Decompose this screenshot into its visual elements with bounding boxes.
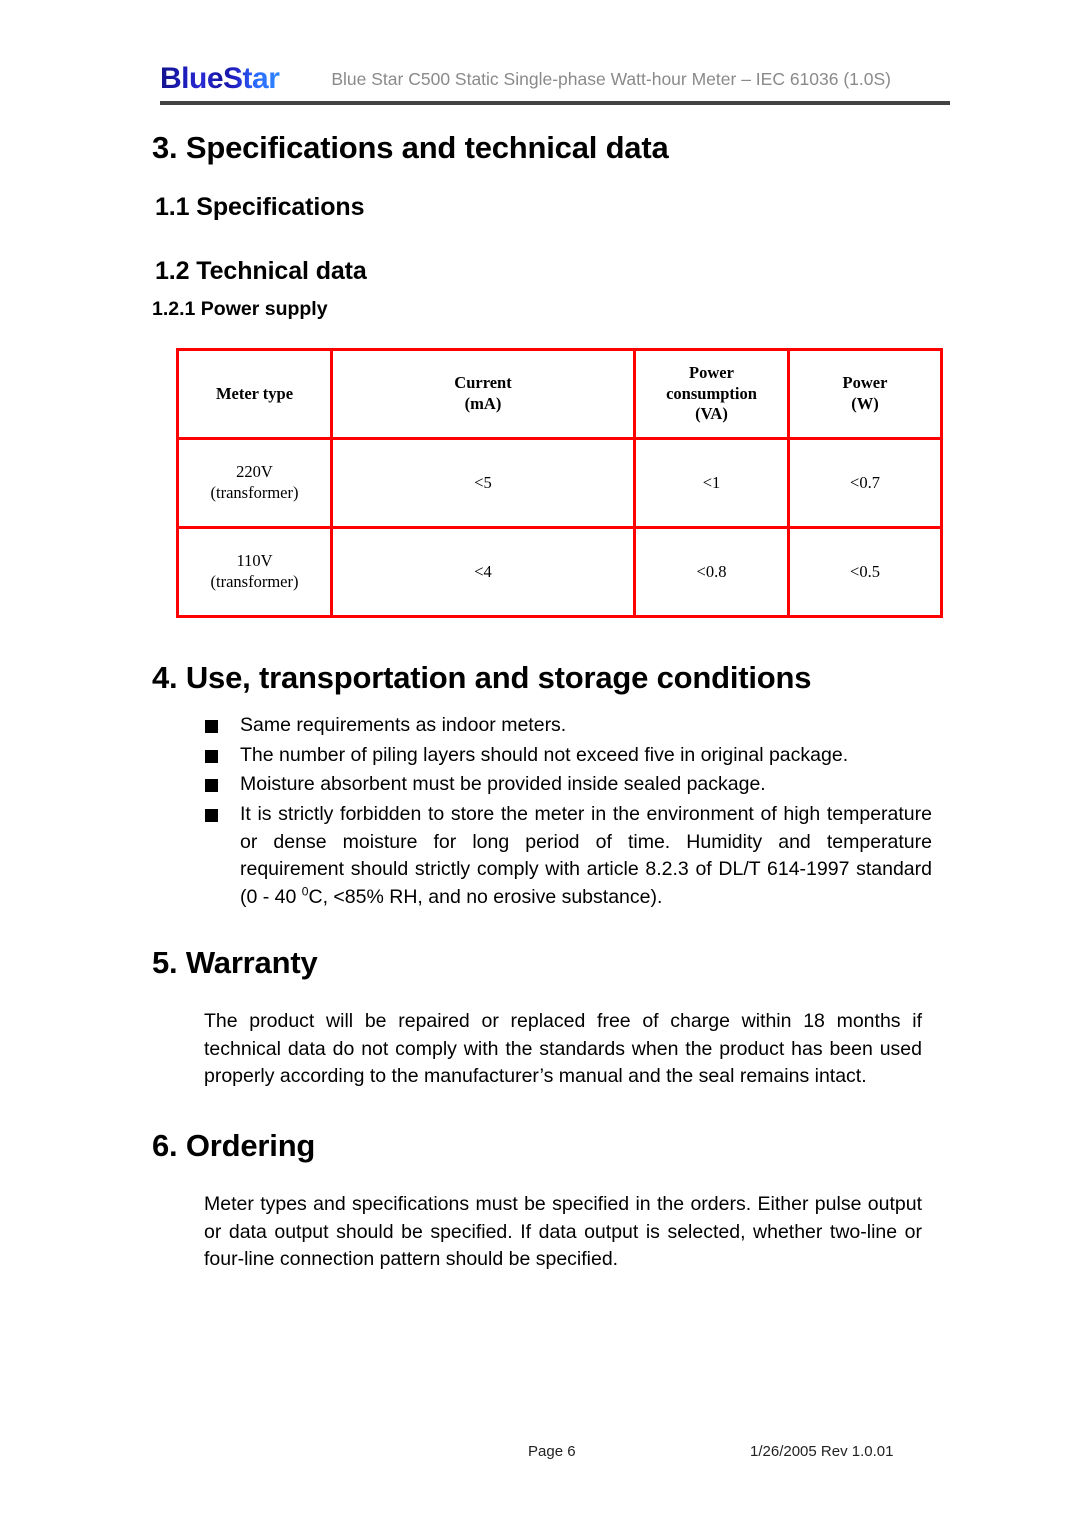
bluestar-logo: BlueStar [160, 64, 283, 94]
table-row: 220V (transformer) <5 <1 <0.7 [176, 437, 943, 529]
cell-power-220v: <0.7 [787, 437, 943, 529]
cell-current-220v: <5 [330, 437, 636, 529]
power-supply-table: Meter type Current (mA) Power consumptio… [176, 348, 943, 618]
cell-consumption-220v: <1 [633, 437, 790, 529]
meter-type-220v-line2: (transformer) [210, 483, 299, 502]
list-item: It is strictly forbidden to store the me… [205, 801, 933, 912]
heading-section-1-1: 1.1 Specifications [155, 193, 365, 221]
heading-section-4: 4. Use, transportation and storage condi… [152, 660, 812, 695]
square-bullet-icon [205, 720, 218, 733]
column-header-current: Current (mA) [330, 348, 636, 440]
storage-text-part2: C, <85% RH, and no erosive substance). [308, 886, 663, 909]
cell-power-110v: <0.5 [787, 526, 943, 618]
column-header-power-line2: (W) [851, 394, 879, 413]
document-page: BlueStar Blue Star C500 Static Single-ph… [0, 0, 1080, 1528]
ordering-paragraph: Meter types and specifications must be s… [204, 1193, 922, 1271]
square-bullet-icon [205, 809, 218, 823]
column-header-power-consumption: Power consumption (VA) [633, 348, 790, 440]
column-header-consumption-line2: consumption [666, 383, 757, 403]
square-bullet-icon [205, 749, 218, 763]
list-item-label: It is strictly forbidden to store the me… [240, 801, 932, 912]
column-header-power-line1: Power [842, 373, 888, 393]
cell-meter-type-220v: 220V (transformer) [176, 437, 333, 529]
use-conditions-list: Same requirements as indoor meters. The … [205, 712, 933, 914]
meter-type-110v-line1: 110V [236, 551, 273, 571]
column-header-consumption-line3: (VA) [695, 404, 728, 424]
table-row: 110V (transformer) <4 <0.8 <0.5 [176, 526, 943, 618]
cell-meter-type-110v: 110V (transformer) [176, 526, 333, 618]
heading-section-5: 5. Warranty [152, 945, 318, 980]
cell-current-110v: <4 [330, 526, 636, 618]
document-footer: Page 6 1/26/2005 Rev 1.0.01 [160, 1443, 950, 1465]
header-divider [160, 101, 950, 105]
heading-section-1-2-1: 1.2.1 Power supply [152, 298, 328, 320]
warranty-paragraph: The product will be repaired or replaced… [204, 1010, 922, 1088]
footer-revision: 1/26/2005 Rev 1.0.01 [750, 1443, 894, 1460]
list-item-label: Moisture absorbent must be provided insi… [240, 773, 766, 796]
table-header-row: Meter type Current (mA) Power consumptio… [176, 348, 943, 440]
document-header: BlueStar Blue Star C500 Static Single-ph… [160, 56, 950, 102]
cell-consumption-110v: <0.8 [633, 526, 790, 618]
list-item-label: Same requirements as indoor meters. [240, 714, 567, 736]
column-header-consumption-line1: Power [689, 363, 734, 383]
column-header-power: Power (W) [787, 348, 943, 440]
footer-page-number: Page 6 [528, 1443, 576, 1460]
list-item: Moisture absorbent must be provided insi… [205, 771, 933, 799]
column-header-current-line1: Current [454, 373, 512, 393]
square-bullet-icon [205, 779, 218, 793]
list-item-label: The number of piling layers should not e… [240, 743, 849, 766]
heading-section-6: 6. Ordering [152, 1128, 316, 1163]
list-item: The number of piling layers should not e… [205, 742, 933, 770]
list-item: Same requirements as indoor meters. [205, 712, 933, 740]
degree-superscript: 0 [301, 884, 309, 899]
column-header-current-line2: (mA) [464, 394, 502, 413]
header-title: Blue Star C500 Static Single-phase Watt-… [331, 68, 892, 89]
meter-type-110v-line2: (transformer) [210, 572, 299, 591]
column-header-meter-type: Meter type [176, 348, 333, 440]
heading-section-3: 3. Specifications and technical data [152, 130, 669, 165]
meter-type-220v-line1: 220V [236, 462, 273, 482]
heading-section-1-2: 1.2 Technical data [155, 257, 367, 285]
